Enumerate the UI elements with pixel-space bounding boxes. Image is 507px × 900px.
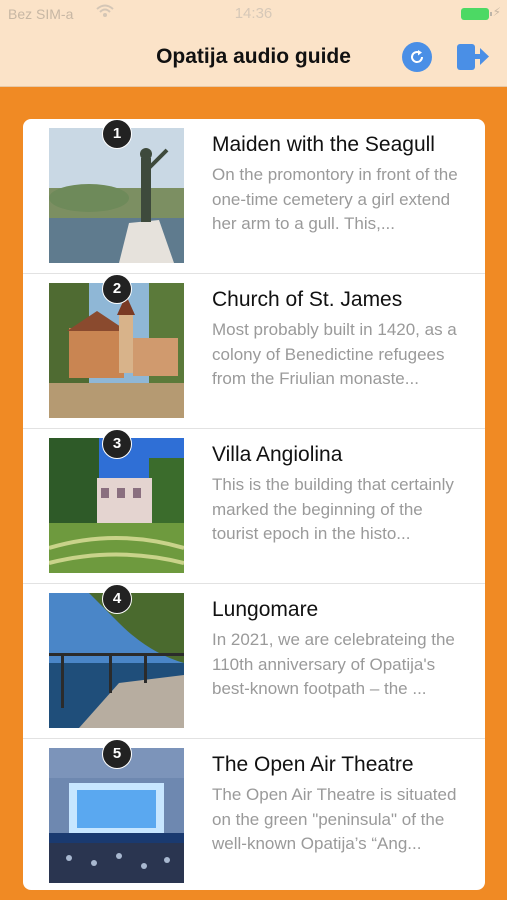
battery-icon bbox=[461, 8, 492, 20]
item-title: Lungomare bbox=[212, 598, 319, 621]
item-description: Most probably built in 1420, as a colony… bbox=[212, 320, 457, 388]
list-item[interactable]: 5 The Open Air Theatre The Open Air Thea… bbox=[23, 739, 485, 890]
item-title: The Open Air Theatre bbox=[212, 753, 414, 776]
item-title: Villa Angiolina bbox=[212, 443, 343, 466]
navigation-bar: Opatija audio guide bbox=[0, 28, 507, 87]
refresh-icon bbox=[411, 50, 424, 63]
attractions-list: 1 Maiden with the Seagull On the promont… bbox=[23, 119, 485, 890]
item-number-badge: 4 bbox=[102, 584, 132, 614]
list-item[interactable]: 4 Lungomare In 2021, we are celebrateing… bbox=[23, 584, 485, 739]
item-number-badge: 5 bbox=[102, 739, 132, 769]
logout-button[interactable] bbox=[456, 42, 490, 72]
list-item[interactable]: 2 Church of St. James Most probably buil… bbox=[23, 274, 485, 429]
item-title: Maiden with the Seagull bbox=[212, 133, 435, 156]
item-description: On the promontory in front of the one-ti… bbox=[212, 165, 458, 233]
refresh-button[interactable] bbox=[402, 42, 432, 72]
list-item[interactable]: 3 Villa Angiolina This is the building t… bbox=[23, 429, 485, 584]
item-description: This is the building that certainly mark… bbox=[212, 475, 454, 543]
item-title: Church of St. James bbox=[212, 288, 403, 311]
item-description: In 2021, we are celebrateing the 110th a… bbox=[212, 630, 455, 698]
item-description: The Open Air Theatre is situated on the … bbox=[212, 785, 457, 853]
item-number-badge: 1 bbox=[102, 119, 132, 149]
clock: 14:36 bbox=[234, 5, 273, 22]
item-number-badge: 2 bbox=[102, 274, 132, 304]
list-item[interactable]: 1 Maiden with the Seagull On the promont… bbox=[23, 119, 485, 274]
status-bar: Bez SIM-a 14:36 ⚡ bbox=[0, 0, 507, 28]
logout-icon bbox=[457, 44, 489, 70]
item-number-badge: 3 bbox=[102, 429, 132, 459]
charging-icon: ⚡ bbox=[492, 5, 501, 19]
